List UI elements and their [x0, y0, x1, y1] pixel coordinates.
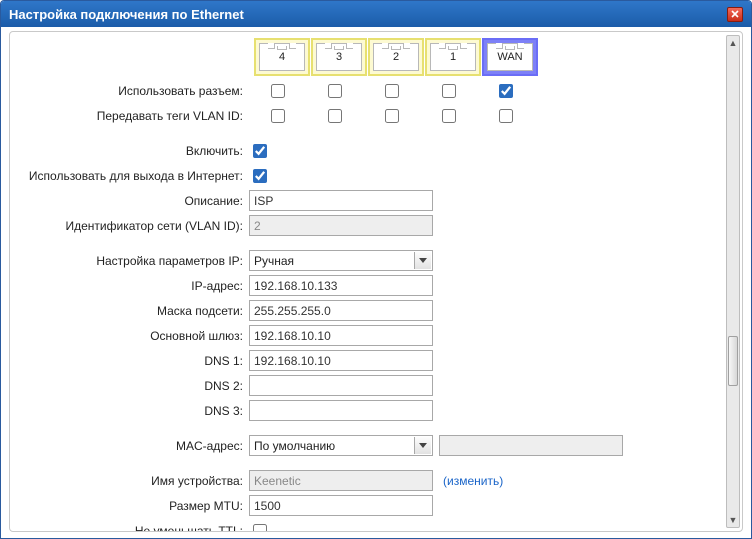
label-use-internet: Использовать для выхода в Интернет: [14, 169, 249, 183]
description-input[interactable] [249, 190, 433, 211]
enable-checkbox[interactable] [253, 144, 267, 158]
change-device-name-link[interactable]: (изменить) [443, 474, 503, 488]
label-no-decrement-ttl: Не уменьшать TTL: [14, 524, 249, 533]
vlan-tag-port2[interactable] [385, 109, 399, 123]
dialog-body: 4 3 2 1 WAN Использовать разъем: [1, 27, 751, 538]
scroll-up-arrow-icon[interactable]: ▲ [727, 36, 739, 50]
port-3[interactable]: 3 [311, 38, 367, 76]
dialog-window: Настройка подключения по Ethernet 4 3 2 … [0, 0, 752, 539]
chevron-down-icon [419, 443, 427, 448]
ip-address-input[interactable] [249, 275, 433, 296]
label-gateway: Основной шлюз: [14, 329, 249, 343]
vlan-tag-port1[interactable] [442, 109, 456, 123]
use-connector-port2[interactable] [385, 84, 399, 98]
label-description: Описание: [14, 194, 249, 208]
scroll-down-arrow-icon[interactable]: ▼ [727, 513, 739, 527]
gateway-input[interactable] [249, 325, 433, 346]
label-use-connector: Использовать разъем: [14, 84, 249, 98]
label-dns2: DNS 2: [14, 379, 249, 393]
ip-config-select[interactable]: Ручная [249, 250, 433, 271]
use-connector-wan[interactable] [499, 84, 513, 98]
dns1-input[interactable] [249, 350, 433, 371]
mtu-input[interactable] [249, 495, 433, 516]
chevron-down-icon [419, 258, 427, 263]
label-mac: MAC-адрес: [14, 439, 249, 453]
label-vlan-id: Идентификатор сети (VLAN ID): [14, 219, 249, 233]
label-ip-address: IP-адрес: [14, 279, 249, 293]
label-dns3: DNS 3: [14, 404, 249, 418]
use-connector-port4[interactable] [271, 84, 285, 98]
use-connector-port3[interactable] [328, 84, 342, 98]
label-vlan-tags: Передавать теги VLAN ID: [14, 109, 249, 123]
label-dns1: DNS 1: [14, 354, 249, 368]
ports-row: 4 3 2 1 WAN [254, 38, 720, 76]
use-connector-port1[interactable] [442, 84, 456, 98]
port-4[interactable]: 4 [254, 38, 310, 76]
vlan-tag-port3[interactable] [328, 109, 342, 123]
port-wan[interactable]: WAN [482, 38, 538, 76]
vlan-tag-port4[interactable] [271, 109, 285, 123]
label-ip-config: Настройка параметров IP: [14, 254, 249, 268]
scrollbar-thumb[interactable] [728, 336, 738, 386]
vertical-scrollbar[interactable]: ▲ ▼ [726, 35, 740, 528]
port-1[interactable]: 1 [425, 38, 481, 76]
label-enable: Включить: [14, 144, 249, 158]
label-device-name: Имя устройства: [14, 474, 249, 488]
subnet-mask-input[interactable] [249, 300, 433, 321]
vlan-id-input [249, 215, 433, 236]
window-title: Настройка подключения по Ethernet [9, 7, 244, 22]
vlan-tag-wan[interactable] [499, 109, 513, 123]
device-name-input [249, 470, 433, 491]
close-icon [731, 10, 739, 18]
mac-select[interactable]: По умолчанию [249, 435, 433, 456]
dns3-input[interactable] [249, 400, 433, 421]
form-content: 4 3 2 1 WAN Использовать разъем: [14, 38, 738, 532]
mac-address-input [439, 435, 623, 456]
no-decrement-ttl-checkbox[interactable] [253, 524, 267, 533]
titlebar: Настройка подключения по Ethernet [1, 1, 751, 27]
label-subnet: Маска подсети: [14, 304, 249, 318]
port-2[interactable]: 2 [368, 38, 424, 76]
label-mtu: Размер MTU: [14, 499, 249, 513]
use-internet-checkbox[interactable] [253, 169, 267, 183]
dns2-input[interactable] [249, 375, 433, 396]
close-button[interactable] [727, 7, 743, 22]
